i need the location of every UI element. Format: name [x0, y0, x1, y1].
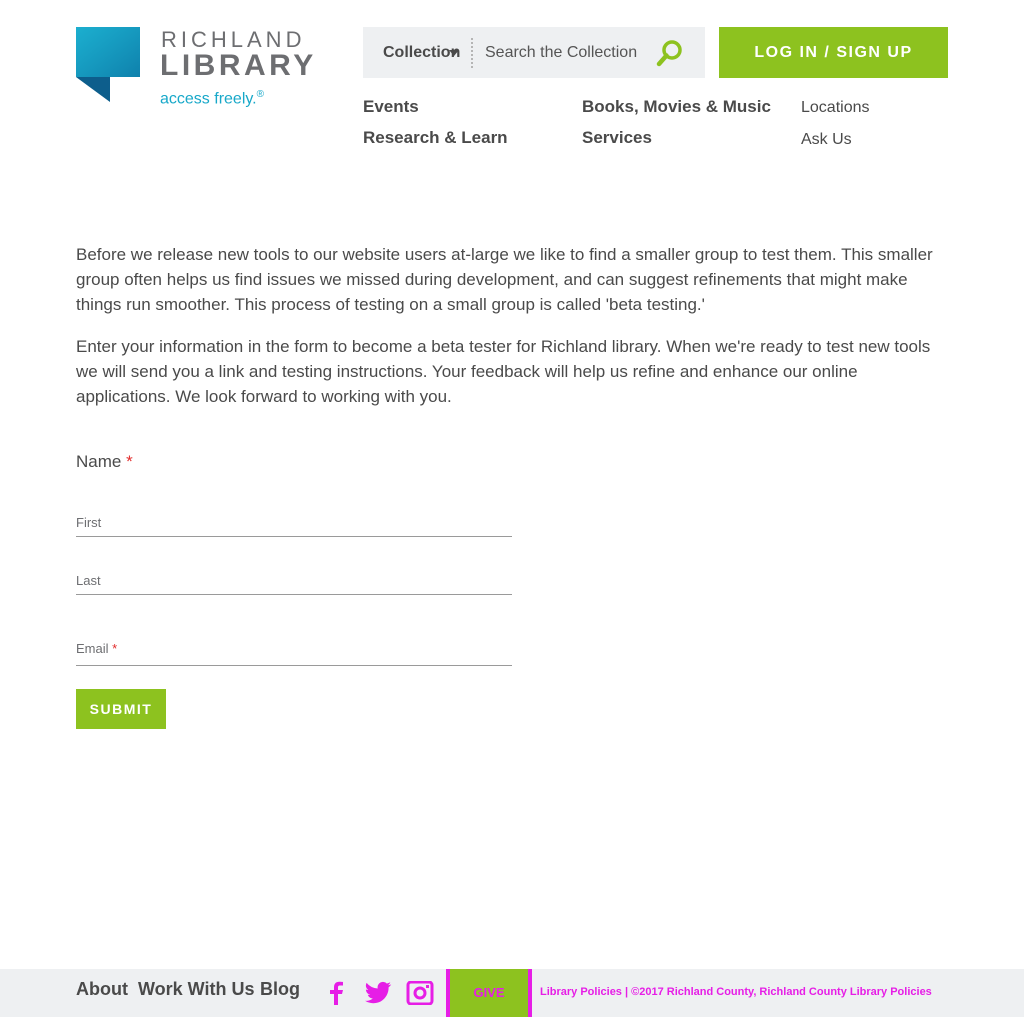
search-input[interactable] [485, 39, 650, 67]
nav-research-learn[interactable]: Research & Learn [363, 128, 508, 148]
registered-mark: ® [256, 89, 264, 100]
logo-tagline: access freely.® [160, 89, 264, 108]
required-marker: * [126, 452, 133, 471]
name-label-text: Name [76, 452, 122, 471]
login-signup-button[interactable]: LOG IN / SIGN UP [719, 27, 948, 78]
email-input[interactable] [76, 638, 512, 666]
search-divider [471, 38, 473, 68]
logo-mark-icon [76, 27, 140, 102]
nav-locations[interactable]: Locations [801, 99, 870, 117]
give-button[interactable]: GIVE [446, 969, 532, 1017]
instructions-paragraph: Enter your information in the form to be… [76, 337, 931, 406]
nav-ask-us[interactable]: Ask Us [801, 131, 852, 149]
search-icon[interactable] [654, 38, 686, 68]
name-label: Name * [76, 452, 133, 472]
twitter-icon[interactable] [364, 981, 392, 1005]
facebook-icon[interactable] [326, 981, 346, 1005]
nav-events[interactable]: Events [363, 97, 419, 117]
richland-library-logo[interactable]: RICHLAND LIBRARY access freely.® [76, 27, 326, 117]
logo-tagline-text: access freely. [160, 90, 257, 108]
footer-about-link[interactable]: About [76, 979, 128, 1000]
logo-wordmark-bottom: LIBRARY [160, 49, 317, 82]
footer-legal-text[interactable]: Library Policies | ©2017 Richland County… [540, 986, 932, 998]
submit-button[interactable]: SUBMIT [76, 689, 166, 729]
last-name-input[interactable] [76, 567, 512, 595]
footer-blog-link[interactable]: Blog [260, 979, 300, 1000]
footer-work-with-us-link[interactable]: Work With Us [138, 979, 255, 1000]
caret-down-icon[interactable] [449, 50, 459, 56]
intro-paragraph: Before we release new tools to our websi… [76, 245, 933, 314]
collection-search: Collection [363, 27, 705, 78]
nav-books-movies-music[interactable]: Books, Movies & Music [582, 97, 771, 117]
first-name-input[interactable] [76, 509, 512, 537]
nav-services[interactable]: Services [582, 128, 652, 148]
instagram-icon[interactable] [406, 981, 434, 1005]
site-footer: About Work With Us Blog GIVE Library Pol… [0, 969, 1024, 1017]
